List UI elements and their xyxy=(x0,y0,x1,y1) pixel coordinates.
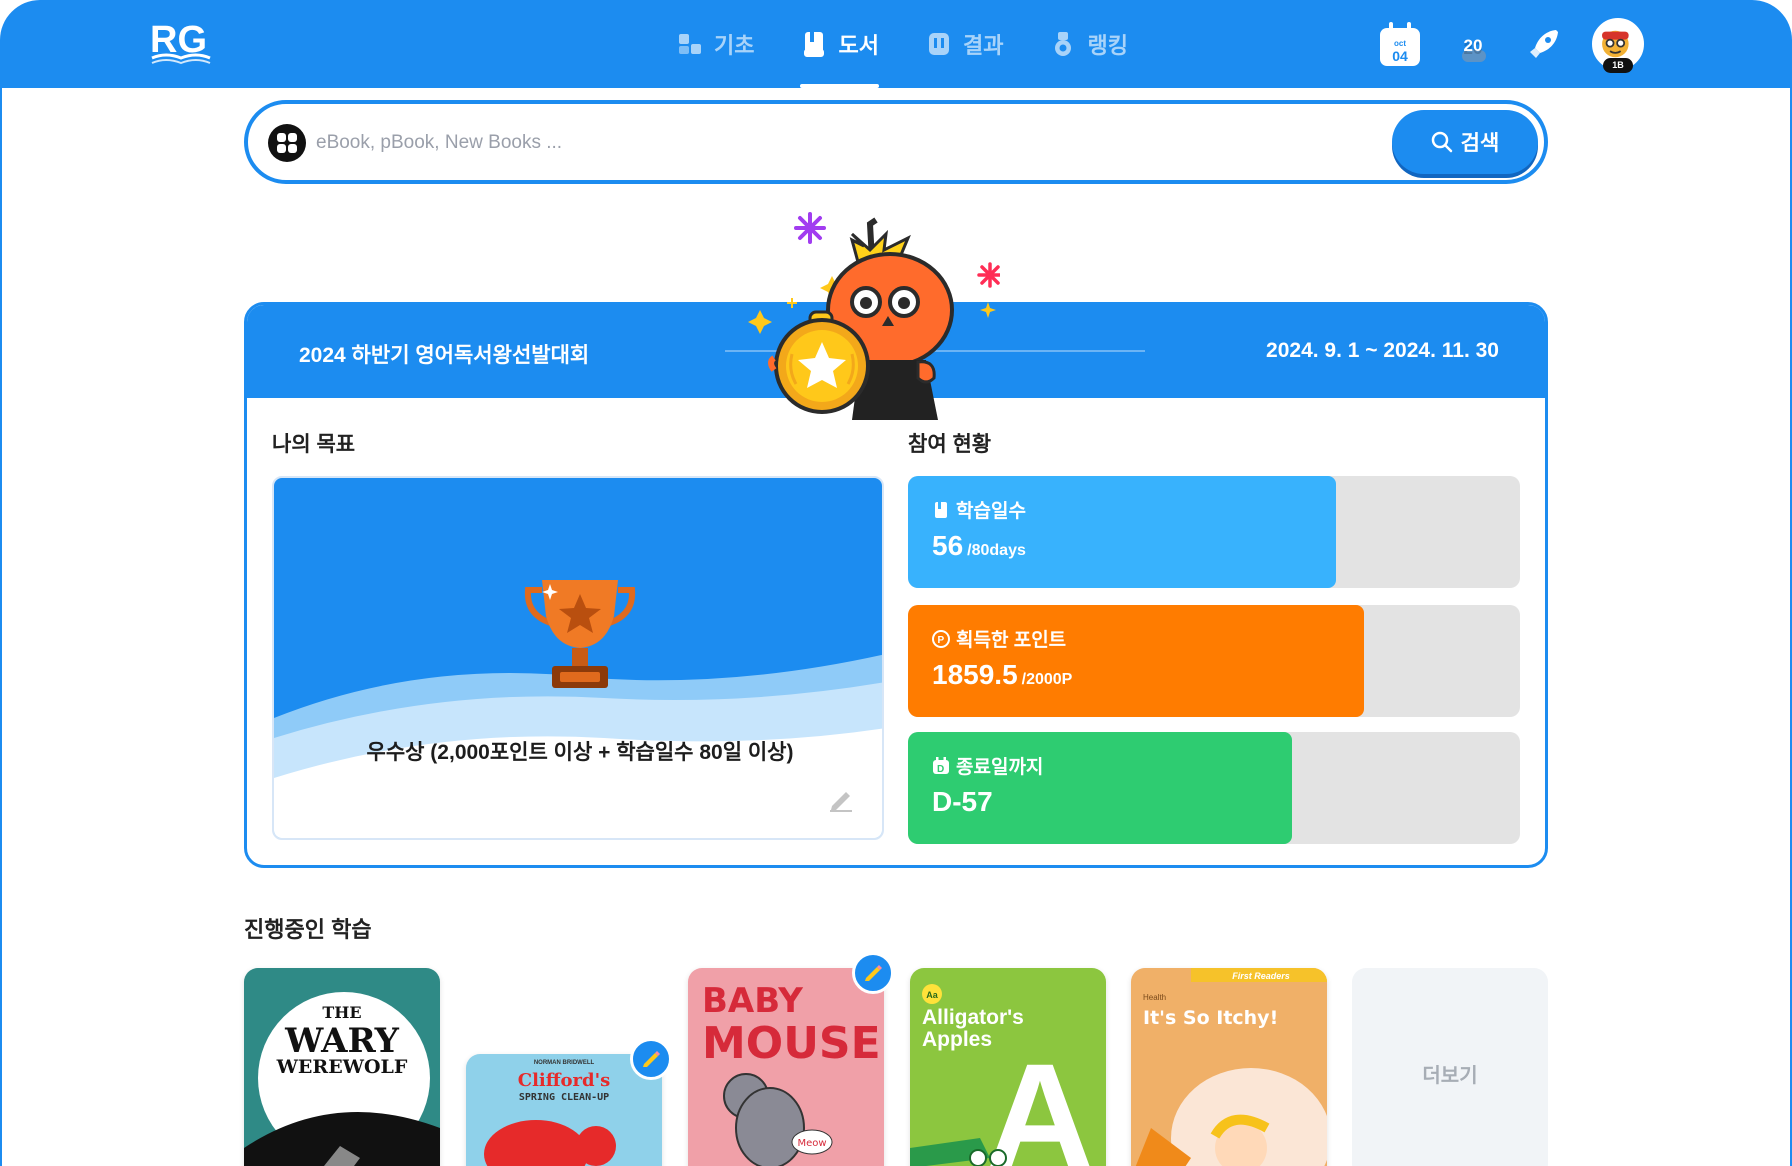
search-button[interactable]: 검색 xyxy=(1392,110,1538,174)
streak-count[interactable]: 20 xyxy=(1456,36,1490,62)
rocket-icon[interactable] xyxy=(1526,26,1562,62)
level-badge: 1B xyxy=(1603,58,1633,73)
calendar-body: oct 04 xyxy=(1380,28,1420,66)
study-days-value: 56/80days xyxy=(932,530,1026,562)
calendar-d-icon: D xyxy=(933,756,949,775)
participation-label: 참여 현황 xyxy=(908,433,992,456)
svg-text:NORMAN BRIDWELL: NORMAN BRIDWELL xyxy=(534,1060,595,1066)
search-button-label: 검색 xyxy=(1460,132,1500,155)
tab-basic[interactable]: 기초 xyxy=(676,0,754,88)
rg-logo[interactable]: RG xyxy=(148,18,214,66)
contest-period: 2024. 9. 1 ~ 2024. 11. 30 xyxy=(1266,339,1499,362)
study-days-card: 학습일수 56/80days xyxy=(908,476,1520,588)
points-value: 1859.5/2000P xyxy=(932,659,1072,691)
book-cover-alligators-apples: Aa Alligator's Apples A xyxy=(910,984,1094,1166)
book-card-wary-werewolf[interactable]: THE WARY WEREWOLF xyxy=(244,968,440,1166)
svg-text:Alligator's: Alligator's xyxy=(922,1006,1024,1029)
points-header: P 획득한 포인트 xyxy=(932,625,1066,652)
pencil-icon xyxy=(643,1051,660,1067)
svg-text:SPRING CLEAN-UP: SPRING CLEAN-UP xyxy=(519,1092,609,1103)
study-days-unit: /80days xyxy=(967,542,1026,559)
svg-text:BABY: BABY xyxy=(702,981,803,1021)
svg-text:A: A xyxy=(986,1032,1094,1166)
svg-text:P: P xyxy=(938,635,945,646)
svg-text:D: D xyxy=(937,764,944,775)
book-icon xyxy=(804,32,825,57)
in-progress-title: 진행중인 학습 xyxy=(244,917,372,942)
tab-books-label: 도서 xyxy=(838,33,879,58)
main-nav: 기초 도서 결과 랭킹 xyxy=(676,0,1174,88)
pumpkin-king-mascot xyxy=(748,212,1000,420)
svg-text:Health: Health xyxy=(1143,993,1166,1002)
d-day-header: D 종료일까지 xyxy=(932,752,1043,779)
study-days-header: 학습일수 xyxy=(932,496,1026,523)
search-bar: 검색 xyxy=(244,100,1548,184)
points-number: 1859.5 xyxy=(932,659,1018,690)
book-icon xyxy=(935,501,947,518)
goal-card: 우수상 (2,000포인트 이상 + 학습일수 80일 이상) xyxy=(272,476,884,840)
contest-title: 2024 하반기 영어독서왕선발대회 xyxy=(299,344,590,367)
goal-description: 우수상 (2,000포인트 이상 + 학습일수 80일 이상) xyxy=(366,741,794,764)
book-card-baby-mouse[interactable]: BABY MOUSE Meow xyxy=(688,968,884,1166)
book-card-alligators-apples[interactable]: Aa Alligator's Apples A xyxy=(910,968,1106,1166)
tab-results[interactable]: 결과 xyxy=(925,0,1003,88)
calendar-day: 04 xyxy=(1392,48,1408,64)
my-goal-label: 나의 목표 xyxy=(272,433,356,456)
d-day-number: D-57 xyxy=(932,786,993,817)
svg-text:Aa: Aa xyxy=(926,990,938,1000)
result-icon xyxy=(928,33,949,55)
abc-blocks-icon xyxy=(679,34,701,54)
svg-text:WEREWOLF: WEREWOLF xyxy=(276,1056,408,1078)
points-unit: /2000P xyxy=(1021,671,1073,688)
search-icon xyxy=(1431,131,1452,153)
tab-ranking-label: 랭킹 xyxy=(1087,33,1128,58)
svg-text:First Readers: First Readers xyxy=(1232,971,1290,981)
svg-text:Clifford's: Clifford's xyxy=(518,1070,611,1091)
book-cover-its-so-itchy: First Readers Health It's So Itchy! xyxy=(1135,968,1327,1166)
book-cover-clifford: NORMAN BRIDWELL Clifford's SPRING CLEAN-… xyxy=(484,1060,616,1166)
tab-ranking[interactable]: 랭킹 xyxy=(1049,0,1128,88)
top-nav-bar: RG 기초 도서 결과 랭킹 oct 04 20 1B xyxy=(0,0,1792,88)
more-button[interactable]: 더보기 xyxy=(1352,968,1548,1166)
svg-text:It's So Itchy!: It's So Itchy! xyxy=(1143,1007,1278,1029)
calendar-icon[interactable]: oct 04 xyxy=(1380,22,1420,66)
editing-badge xyxy=(630,1038,672,1080)
d-day-value: D-57 xyxy=(932,786,997,818)
tab-basic-label: 기초 xyxy=(714,33,755,58)
ranking-icon xyxy=(1055,32,1072,56)
book-card-clifford[interactable]: NORMAN BRIDWELL Clifford's SPRING CLEAN-… xyxy=(466,1054,662,1166)
svg-text:WARY: WARY xyxy=(284,1021,400,1061)
svg-text:THE: THE xyxy=(322,1003,361,1022)
book-cover-baby-mouse: BABY MOUSE Meow xyxy=(702,981,881,1166)
category-menu-icon[interactable] xyxy=(268,124,306,162)
points-card: P 획득한 포인트 1859.5/2000P xyxy=(908,605,1520,717)
tab-books[interactable]: 도서 xyxy=(800,0,880,88)
app-window: RG 기초 도서 결과 랭킹 oct 04 20 1B eBook, pBook… xyxy=(0,0,1792,1166)
book-card-its-so-itchy[interactable]: First Readers Health It's So Itchy! xyxy=(1131,968,1327,1166)
d-day-card: D 종료일까지 D-57 xyxy=(908,732,1520,844)
search-input[interactable] xyxy=(316,124,1316,162)
tab-results-label: 결과 xyxy=(962,33,1004,58)
svg-text:Meow: Meow xyxy=(797,1138,826,1149)
svg-text:MOUSE: MOUSE xyxy=(702,1018,881,1069)
book-cover-wary-werewolf: THE WARY WEREWOLF xyxy=(244,992,440,1166)
edit-pencil-icon[interactable] xyxy=(828,786,854,812)
point-icon: P xyxy=(932,629,950,648)
d-day-label: 종료일까지 xyxy=(956,757,1044,778)
study-days-label: 학습일수 xyxy=(956,501,1026,522)
points-label: 획득한 포인트 xyxy=(956,630,1067,651)
pencil-icon xyxy=(865,965,882,981)
trophy-icon xyxy=(524,580,636,688)
study-days-number: 56 xyxy=(932,530,964,561)
svg-text:Apples: Apples xyxy=(922,1028,992,1051)
editing-badge xyxy=(852,952,894,994)
calendar-month: oct xyxy=(1394,39,1406,48)
